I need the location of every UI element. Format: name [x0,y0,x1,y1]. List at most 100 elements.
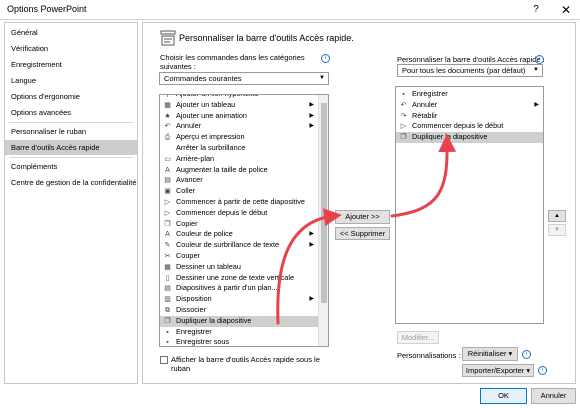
nav-item-quick-access-toolbar[interactable]: Barre d'outils Accès rapide [5,140,137,155]
submenu-arrow-icon: ▶ [309,112,314,119]
toolbar-list-item[interactable]: ❐ Dupliquer la diapositive [396,132,543,143]
list-item-label: Enregistrer sous [176,337,230,347]
command-list-item[interactable]: ▭ Arrière-plan [160,154,318,165]
play-current-icon: ▷ [164,199,171,206]
command-list-item[interactable]: ⎙ Aperçu et impression [160,132,318,143]
ok-button[interactable]: OK [480,388,527,404]
play-start-icon: ▷ [164,209,171,217]
command-list-item[interactable]: ⧉ Dissocier [160,305,318,316]
move-up-button[interactable]: ▲ [548,210,566,222]
list-item-label: Commencer à partir de cette diapositive [176,197,305,206]
command-list-item[interactable]: ▦ Ajouter un tableau ▶ [160,100,318,111]
toolbar-list-item[interactable]: ▷ Commencer depuis le début [396,121,543,132]
help-button[interactable]: ? [528,2,544,18]
command-list-item[interactable]: ↶ Annuler ▶ [160,121,318,132]
list-item-label: Copier [176,218,198,228]
ungroup-icon: ⧉ [165,307,170,314]
command-list-item[interactable]: ▤ Diapositives à partir d'un plan... [160,283,318,294]
command-list-item[interactable]: ▷ Commencer depuis le début [160,208,318,219]
scope-select[interactable]: Pour tous les documents (par défaut) ▼ [397,64,543,77]
background-icon: ▭ [164,155,171,163]
page-title: Personnaliser la barre d'outils Accès ra… [179,33,354,43]
reset-button[interactable]: Réinitialiser ▾ [462,347,518,361]
command-list-item[interactable]: ▷ Commencer à partir de cette diapositive [160,197,318,208]
layout-icon: ▥ [164,296,171,304]
import-export-button[interactable]: Importer/Exporter ▾ [462,364,534,377]
command-list-item[interactable]: ▤ Avancer [160,175,318,186]
commands-list[interactable]: ⚲Ajouter un lien hypertexte▦Ajouter un t… [159,94,329,347]
modify-button[interactable]: Modifier... [397,331,439,344]
paste-icon: ▣ [164,188,171,196]
toolbar-list-item[interactable]: ▪ Enregistrer [396,89,543,100]
command-list-item[interactable]: A Couleur de police ▶ [160,229,318,240]
redo-icon: ↷ [400,112,407,120]
info-icon: i [538,366,547,375]
submenu-arrow-icon: ▶ [309,231,314,238]
list-item-label: Dessiner une zone de texte verticale [176,272,295,282]
nav-item-verification[interactable]: Vérification [5,41,137,56]
list-item-label: Couleur de police [176,229,233,239]
list-item-label: Rétablir [412,110,438,120]
command-list-item[interactable]: ❐ Copier [160,219,318,230]
list-item-label: Aperçu et impression [176,132,245,142]
blank-icon [163,144,172,153]
command-list-item[interactable]: ▦ Dessiner un tableau [160,262,318,273]
remove-button[interactable]: << Supprimer [335,227,390,240]
show-below-ribbon-checkbox[interactable] [160,356,168,364]
command-list-item[interactable]: Arrêter la surbrillance [160,143,318,154]
command-list-item[interactable]: ▪ Enregistrer [160,327,318,338]
info-icon: i [535,55,544,64]
command-list-item[interactable]: ★ Ajouter une animation ▶ [160,111,318,122]
commands-scrollbar[interactable] [318,95,328,346]
command-list-item[interactable]: ▪ Enregistrer sous [160,337,318,347]
table-icon: ▦ [164,101,171,109]
list-item-label: Arrêter la surbrillance [176,143,246,152]
nav-item-advanced[interactable]: Options avancées [5,105,137,120]
list-item-label: Augmenter la taille de police [176,164,268,174]
move-down-button[interactable]: ▼ [548,224,566,236]
close-button[interactable]: ✕ [558,2,574,18]
cut-icon: ✂ [164,253,171,260]
command-list-item[interactable]: ▯ Dessiner une zone de texte verticale [160,273,318,284]
scrollbar-thumb[interactable] [321,103,327,303]
list-item-label: Disposition [176,294,212,304]
vertical-textbox-icon: ▯ [165,274,170,282]
submenu-arrow-icon: ▶ [534,101,539,108]
options-nav: Général Vérification Enregistrement Lang… [4,22,138,384]
slides-outline-icon: ▤ [164,285,171,293]
command-list-item[interactable]: ▣ Coller [160,186,318,197]
command-list-item[interactable]: ❐ Dupliquer la diapositive [160,315,318,327]
toolbar-list-item[interactable]: ↶ Annuler ▶ [396,100,543,111]
nav-item-customize-ribbon[interactable]: Personnaliser le ruban [5,124,137,139]
save-as-icon: ▪ [166,339,169,347]
submenu-arrow-icon: ▶ [309,101,314,108]
submenu-arrow-icon: ▶ [309,123,314,130]
list-item-label: Ajouter une animation [176,110,247,120]
command-list-item[interactable]: ✂ Couper [160,251,318,262]
command-list-item[interactable]: ▥ Disposition ▶ [160,294,318,305]
cancel-button[interactable]: Annuler [531,388,576,404]
nav-item-ergonomics[interactable]: Options d'ergonomie [5,89,137,104]
copy-icon: ❐ [164,220,171,228]
submenu-arrow-icon: ▶ [309,242,314,249]
nav-item-language[interactable]: Langue [5,73,137,88]
draw-table-icon: ▦ [164,263,171,271]
list-item-label: Avancer [176,175,203,185]
command-list-item[interactable]: ✎ Couleur de surbrillance de texte ▶ [160,240,318,251]
list-item-label: Commencer depuis le début [412,121,504,131]
list-item-label: Dessiner un tableau [176,261,241,271]
add-button[interactable]: Ajouter >> [335,210,390,224]
toolbar-list-item[interactable]: ↷ Rétablir [396,111,543,122]
category-select[interactable]: Commandes courantes ▼ [159,72,329,85]
info-icon: i [321,54,330,63]
nav-item-general[interactable]: Général [5,25,137,40]
duplicate-slide-icon: ❐ [400,134,407,142]
nav-item-save[interactable]: Enregistrement [5,57,137,72]
toolbar-items-list[interactable]: ▪ Enregistrer ↶ Annuler ▶ ↷ Rétablir ▷ Commencer… [395,86,544,324]
command-list-item[interactable]: A Augmenter la taille de police [160,165,318,176]
customize-toolbar-label: Personnaliser la barre d'outils Accès ra… [397,55,545,64]
nav-item-addins[interactable]: Compléments [5,159,137,174]
highlight-icon: ✎ [164,242,171,250]
font-grow-icon: A [165,166,170,174]
nav-item-trust-center[interactable]: Centre de gestion de la confidentialité [5,175,137,190]
